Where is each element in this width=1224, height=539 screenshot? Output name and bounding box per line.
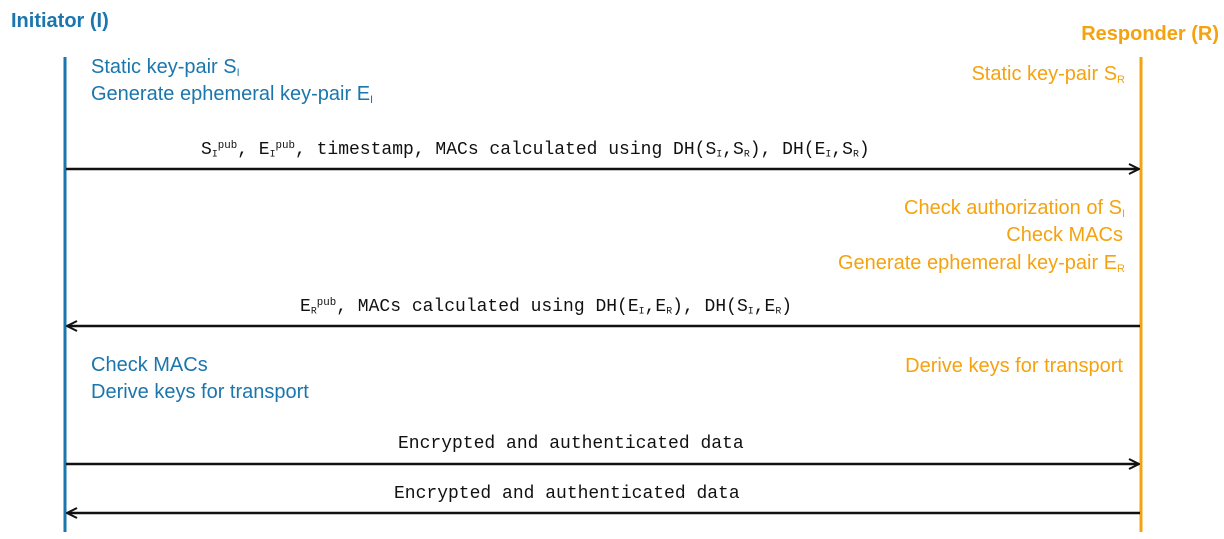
- message-2-label: ERpub, MACs calculated using DH(EI,ER), …: [300, 297, 792, 317]
- message-4-label: Encrypted and authenticated data: [394, 484, 740, 504]
- message-label-part: pub: [316, 297, 337, 310]
- handshake-sequence-diagram: Initiator (I) Responder (R) Static key-p…: [0, 0, 1224, 539]
- message-label-part: S: [201, 140, 212, 160]
- message-label-part: , MACs calculated using DH(E: [336, 297, 639, 317]
- initiator-check-macs: Check MACs: [91, 354, 208, 376]
- message-3-label: Encrypted and authenticated data: [398, 434, 744, 454]
- message-label-part: ), DH(S: [672, 297, 748, 317]
- initiator-title: Initiator (I): [11, 10, 109, 32]
- message-label-part: ): [858, 140, 870, 160]
- message-label-part: ,S: [722, 140, 744, 160]
- message-1-label: SIpub, EIpub, timestamp, MACs calculated…: [201, 140, 870, 160]
- message-label-part: E: [300, 297, 311, 317]
- responder-static-keypair: Static key-pair SR: [971, 63, 1125, 86]
- message-label-part: , timestamp, MACs calculated using DH(S: [295, 140, 717, 160]
- message-label-part: ,E: [753, 297, 776, 317]
- message-label-part: pub: [275, 140, 295, 153]
- responder-title: Responder (R): [1081, 23, 1219, 45]
- responder-check-macs: Check MACs: [1006, 224, 1123, 246]
- responder-derive-keys: Derive keys for transport: [905, 355, 1123, 377]
- initiator-derive-keys: Derive keys for transport: [91, 381, 309, 403]
- message-label-part: ), DH(E: [749, 140, 826, 160]
- initiator-generate-ephemeral: Generate ephemeral key-pair EI: [91, 83, 374, 106]
- message-label-part: pub: [217, 140, 238, 153]
- message-label-part: ,S: [831, 140, 853, 160]
- message-label-part: ): [781, 297, 793, 317]
- message-label-part: ,E: [644, 297, 667, 317]
- message-label-part: , E: [237, 140, 270, 160]
- responder-generate-ephemeral: Generate ephemeral key-pair ER: [838, 252, 1125, 275]
